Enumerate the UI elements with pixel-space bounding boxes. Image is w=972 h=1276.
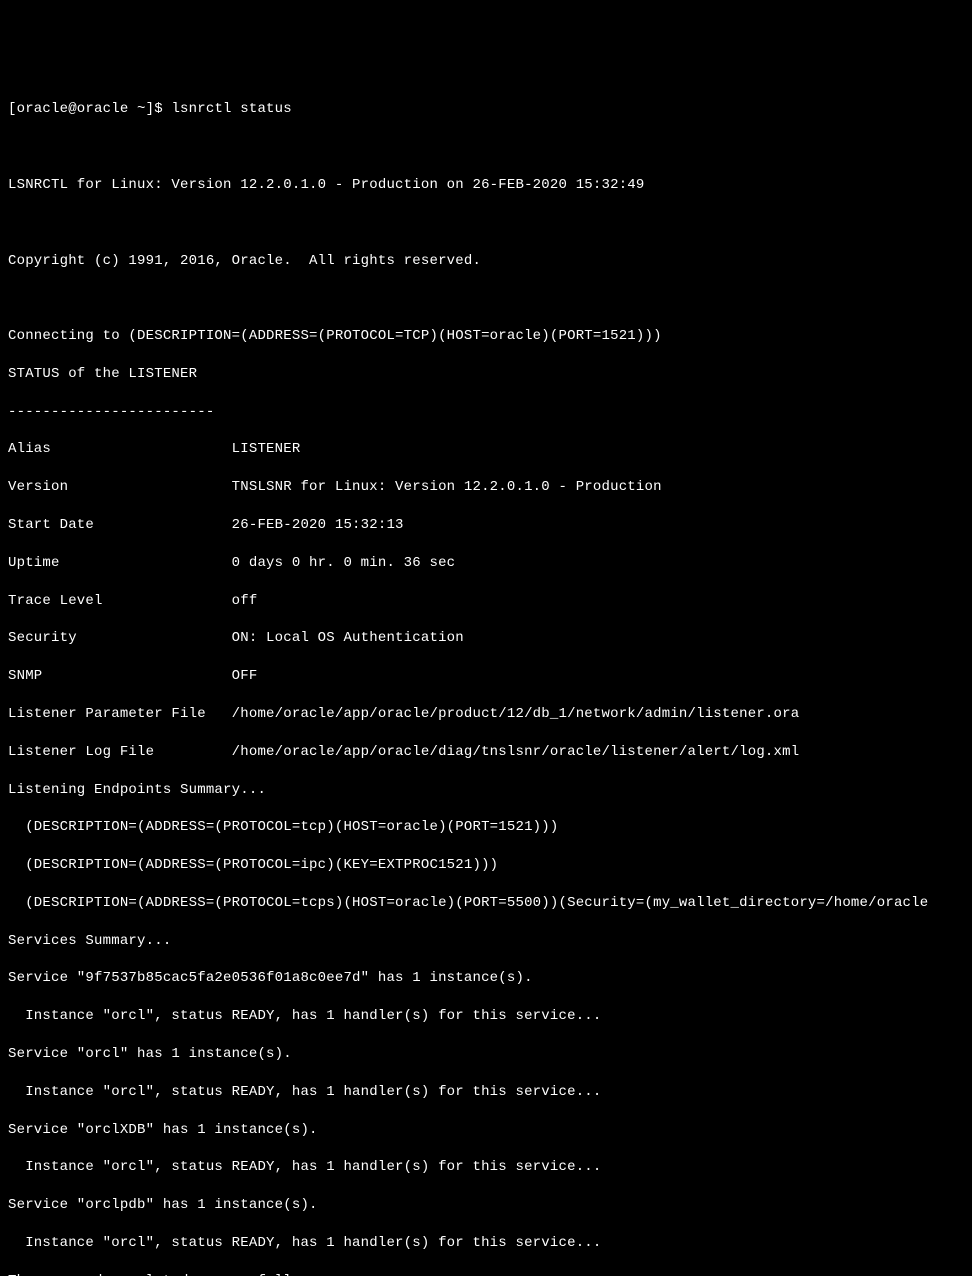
service-line: Service "orcl" has 1 instance(s). xyxy=(8,1045,964,1064)
alias-line: Alias LISTENER xyxy=(8,440,964,459)
blank-line xyxy=(8,289,964,308)
terminal-output[interactable]: [oracle@oracle ~]$ lsnrctl status LSNRCT… xyxy=(8,82,964,1276)
instance-line: Instance "orcl", status READY, has 1 han… xyxy=(8,1083,964,1102)
log-file-line: Listener Log File /home/oracle/app/oracl… xyxy=(8,743,964,762)
status-header: STATUS of the LISTENER xyxy=(8,365,964,384)
service-line: Service "orclpdb" has 1 instance(s). xyxy=(8,1196,964,1215)
parameter-file-line: Listener Parameter File /home/oracle/app… xyxy=(8,705,964,724)
prompt-line: [oracle@oracle ~]$ lsnrctl status xyxy=(8,100,964,119)
blank-line xyxy=(8,138,964,157)
blank-line xyxy=(8,214,964,233)
completion-line: The command completed successfully xyxy=(8,1272,964,1276)
copyright-line: Copyright (c) 1991, 2016, Oracle. All ri… xyxy=(8,252,964,271)
service-line: Service "9f7537b85cac5fa2e0536f01a8c0ee7… xyxy=(8,969,964,988)
instance-line: Instance "orcl", status READY, has 1 han… xyxy=(8,1234,964,1253)
entered-command: lsnrctl status xyxy=(171,101,291,117)
security-line: Security ON: Local OS Authentication xyxy=(8,629,964,648)
start-date-line: Start Date 26-FEB-2020 15:32:13 xyxy=(8,516,964,535)
connecting-line: Connecting to (DESCRIPTION=(ADDRESS=(PRO… xyxy=(8,327,964,346)
instance-line: Instance "orcl", status READY, has 1 han… xyxy=(8,1158,964,1177)
instance-line: Instance "orcl", status READY, has 1 han… xyxy=(8,1007,964,1026)
divider-line: ------------------------ xyxy=(8,403,964,422)
snmp-line: SNMP OFF xyxy=(8,667,964,686)
service-line: Service "orclXDB" has 1 instance(s). xyxy=(8,1121,964,1140)
shell-prompt: [oracle@oracle ~]$ xyxy=(8,101,171,117)
endpoint-line: (DESCRIPTION=(ADDRESS=(PROTOCOL=tcp)(HOS… xyxy=(8,818,964,837)
trace-level-line: Trace Level off xyxy=(8,592,964,611)
endpoint-line: (DESCRIPTION=(ADDRESS=(PROTOCOL=tcps)(HO… xyxy=(8,894,964,913)
endpoint-line: (DESCRIPTION=(ADDRESS=(PROTOCOL=ipc)(KEY… xyxy=(8,856,964,875)
version-line: Version TNSLSNR for Linux: Version 12.2.… xyxy=(8,478,964,497)
endpoints-header: Listening Endpoints Summary... xyxy=(8,781,964,800)
banner-line: LSNRCTL for Linux: Version 12.2.0.1.0 - … xyxy=(8,176,964,195)
uptime-line: Uptime 0 days 0 hr. 0 min. 36 sec xyxy=(8,554,964,573)
services-header: Services Summary... xyxy=(8,932,964,951)
